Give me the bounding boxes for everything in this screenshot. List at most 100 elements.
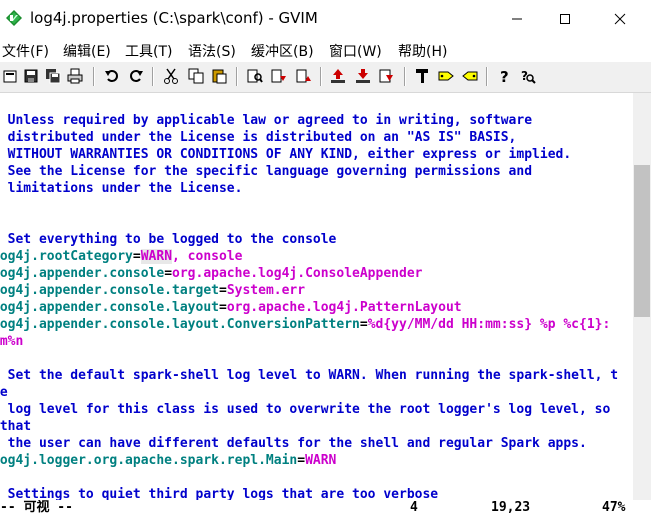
maximize-icon: [560, 14, 570, 24]
menu-help[interactable]: 帮助(H): [398, 41, 447, 61]
toolbar-separator: [320, 67, 322, 86]
find-next-icon[interactable]: [270, 67, 288, 85]
copy-icon[interactable]: [187, 67, 205, 85]
comment-line[interactable]: # log level for this class is used to ov…: [0, 401, 611, 418]
comment-line[interactable]: # Unless required by applicable law or a…: [0, 112, 532, 129]
property-value: WARN: [140, 249, 173, 264]
minimize-icon: [512, 18, 522, 20]
comment-line[interactable]: # WITHOUT WARRANTIES OR CONDITIONS OF AN…: [0, 146, 572, 163]
property-key: log4j.appender.console.target: [0, 283, 219, 298]
paste-icon[interactable]: [210, 67, 228, 85]
code-line[interactable]: %m%n: [0, 333, 23, 350]
comment-line[interactable]: # the user can have different defaults f…: [0, 435, 587, 452]
run-ctags-icon[interactable]: [437, 67, 455, 85]
find-prev-icon[interactable]: [295, 67, 313, 85]
load-session-icon[interactable]: [329, 67, 347, 85]
toolbar: ? ?: [0, 62, 651, 93]
open-icon[interactable]: [1, 67, 19, 85]
close-icon: [614, 13, 626, 25]
property-value: org.apache.log4j.ConsoleAppender: [172, 266, 423, 281]
print-icon[interactable]: [66, 67, 84, 85]
comment-line[interactable]: # See the License for the specific langu…: [0, 163, 532, 180]
text-editor[interactable]: ## Unless required by applicable law or …: [0, 93, 633, 500]
comment-text: # distributed under the License is distr…: [0, 130, 517, 145]
menu-buffers[interactable]: 缓冲区(B): [251, 41, 314, 61]
scrollbar-thumb[interactable]: [634, 165, 650, 317]
menu-window[interactable]: 窗口(W): [329, 41, 382, 61]
comment-line[interactable]: he: [0, 384, 8, 401]
comment-line[interactable]: # Settings to quiet third party logs tha…: [0, 486, 438, 500]
equals-sign: =: [218, 300, 227, 315]
comment-line[interactable]: # distributed under the License is distr…: [0, 129, 517, 146]
save-session-icon[interactable]: [354, 67, 372, 85]
comment-line[interactable]: # limitations under the License.: [0, 180, 243, 197]
comment-text: # WITHOUT WARRANTIES OR CONDITIONS OF AN…: [0, 147, 572, 162]
comment-text: # limitations under the License.: [0, 181, 243, 196]
code-line[interactable]: log4j.appender.console.layout=org.apache…: [0, 299, 462, 316]
help-icon[interactable]: ?: [495, 67, 513, 85]
file-percent: 47%: [602, 500, 626, 514]
status-line: -- 可视 -- 4 19,23 47%: [0, 500, 651, 514]
property-value: org.apache.log4j.PatternLayout: [226, 300, 462, 315]
redo-icon[interactable]: [127, 67, 145, 85]
code-line[interactable]: log4j.rootCategory=WARN, console: [0, 248, 242, 265]
toolbar-separator: [236, 67, 238, 86]
equals-sign: =: [359, 317, 368, 332]
undo-icon[interactable]: [103, 67, 121, 85]
comment-line[interactable]: # Set everything to be logged to the con…: [0, 231, 337, 248]
comment-text: he: [0, 385, 8, 400]
property-key: log4j.appender.console.layout: [0, 300, 219, 315]
toolbar-separator: [404, 67, 406, 86]
menu-tools[interactable]: 工具(T): [125, 41, 172, 61]
selection-count: 4: [410, 500, 418, 514]
comment-text: # the user can have different defaults f…: [0, 436, 587, 451]
find-icon[interactable]: [246, 67, 264, 85]
property-key: log4j.rootCategory: [0, 249, 133, 264]
property-value: WARN: [305, 453, 337, 468]
code-line[interactable]: log4j.appender.console.target=System.err: [0, 282, 305, 299]
code-line[interactable]: log4j.appender.console=org.apache.log4j.…: [0, 265, 422, 282]
equals-sign: =: [297, 453, 306, 468]
make-icon[interactable]: [413, 67, 431, 85]
gvim-app-icon[interactable]: [6, 10, 22, 26]
property-value: %d{yy/MM/dd HH:mm:ss} %p %c{1}:: [367, 317, 611, 332]
property-key: log4j.logger.org.apache.spark.repl.Main: [0, 453, 298, 468]
code-line[interactable]: log4j.logger.org.apache.spark.repl.Main=…: [0, 452, 336, 469]
equals-sign: =: [132, 249, 141, 264]
menu-edit[interactable]: 编辑(E): [63, 41, 111, 61]
cursor-position: 19,23: [491, 500, 531, 514]
save-all-icon[interactable]: [44, 67, 62, 85]
find-help-icon[interactable]: ?: [519, 67, 537, 85]
property-value: System.err: [226, 283, 306, 298]
menu-bar: 文件(F) 编辑(E) 工具(T) 语法(S) 缓冲区(B) 窗口(W) 帮助(…: [0, 38, 651, 62]
equals-sign: =: [218, 283, 227, 298]
property-key: log4j.appender.console.layout.Conversion…: [0, 317, 360, 332]
equals-sign: =: [164, 266, 173, 281]
menu-file[interactable]: 文件(F): [2, 41, 49, 61]
svg-text:?: ?: [500, 68, 509, 84]
toolbar-separator: [93, 67, 95, 86]
code-line[interactable]: log4j.appender.console.layout.Conversion…: [0, 316, 610, 333]
comment-line[interactable]: # Set the default spark-shell log level …: [0, 367, 619, 384]
toolbar-separator: [486, 67, 488, 86]
comment-text: that: [0, 419, 32, 434]
cut-icon[interactable]: [162, 67, 180, 85]
mode-indicator: -- 可视 --: [0, 500, 73, 514]
property-value-rest: , console: [172, 249, 243, 264]
comment-text: # Set the default spark-shell log level …: [0, 368, 619, 383]
comment-text: # Settings to quiet third party logs tha…: [0, 487, 439, 500]
comment-text: # See the License for the specific langu…: [0, 164, 533, 179]
comment-text: # Unless required by applicable law or a…: [0, 113, 533, 128]
comment-text: # log level for this class is used to ov…: [0, 402, 611, 417]
property-value: %m%n: [0, 334, 24, 349]
jump-tag-icon[interactable]: [461, 67, 479, 85]
menu-syntax[interactable]: 语法(S): [188, 41, 236, 61]
maximize-button[interactable]: [542, 0, 588, 38]
vertical-scrollbar[interactable]: [633, 93, 651, 500]
window-title: log4j.properties (C:\spark\conf) - GVIM: [30, 9, 318, 27]
run-script-icon[interactable]: [377, 67, 395, 85]
close-button[interactable]: [597, 0, 643, 38]
save-icon[interactable]: [22, 67, 40, 85]
minimize-button[interactable]: [494, 0, 540, 38]
comment-line[interactable]: that: [0, 418, 31, 435]
